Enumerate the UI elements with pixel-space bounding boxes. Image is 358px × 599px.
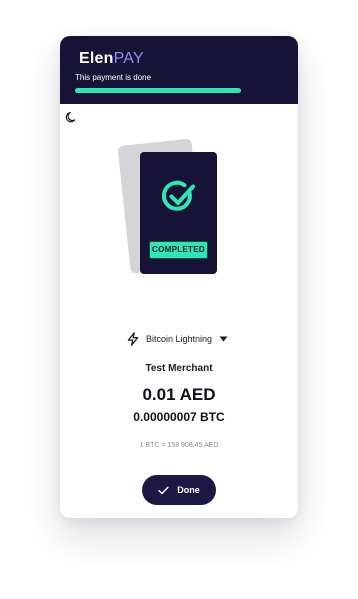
page: ElenPAY This payment is done COMPLETED B… — [0, 0, 358, 599]
amount-fiat: 0.01 AED — [142, 385, 216, 404]
network-selector[interactable]: Bitcoin Lightning — [126, 332, 228, 346]
merchant-name: Test Merchant — [145, 363, 213, 374]
payment-status-text: This payment is done — [75, 73, 152, 82]
header: ElenPAY This payment is done — [60, 36, 298, 104]
caret-down-icon — [219, 336, 228, 342]
status-card: COMPLETED — [140, 152, 217, 274]
moon-icon[interactable] — [65, 110, 79, 124]
payment-card: ElenPAY This payment is done COMPLETED B… — [60, 36, 298, 518]
check-icon — [158, 486, 169, 494]
progress-bar-fill — [75, 88, 241, 93]
lightning-bolt-icon — [127, 332, 139, 346]
done-button-label: Done — [177, 485, 200, 495]
amount-crypto: 0.00000007 BTC — [133, 410, 225, 424]
done-button[interactable]: Done — [142, 475, 216, 505]
brand-name-part2: PAY — [113, 50, 144, 67]
progress-bar — [75, 88, 241, 93]
check-circle-icon — [160, 178, 198, 216]
brand-logo: ElenPAY — [79, 49, 144, 69]
network-label: Bitcoin Lightning — [146, 334, 213, 344]
exchange-rate: 1 BTC = 158 908.45 AED — [139, 442, 219, 449]
brand-name-part1: Elen — [79, 50, 114, 67]
status-badge: COMPLETED — [149, 241, 208, 259]
